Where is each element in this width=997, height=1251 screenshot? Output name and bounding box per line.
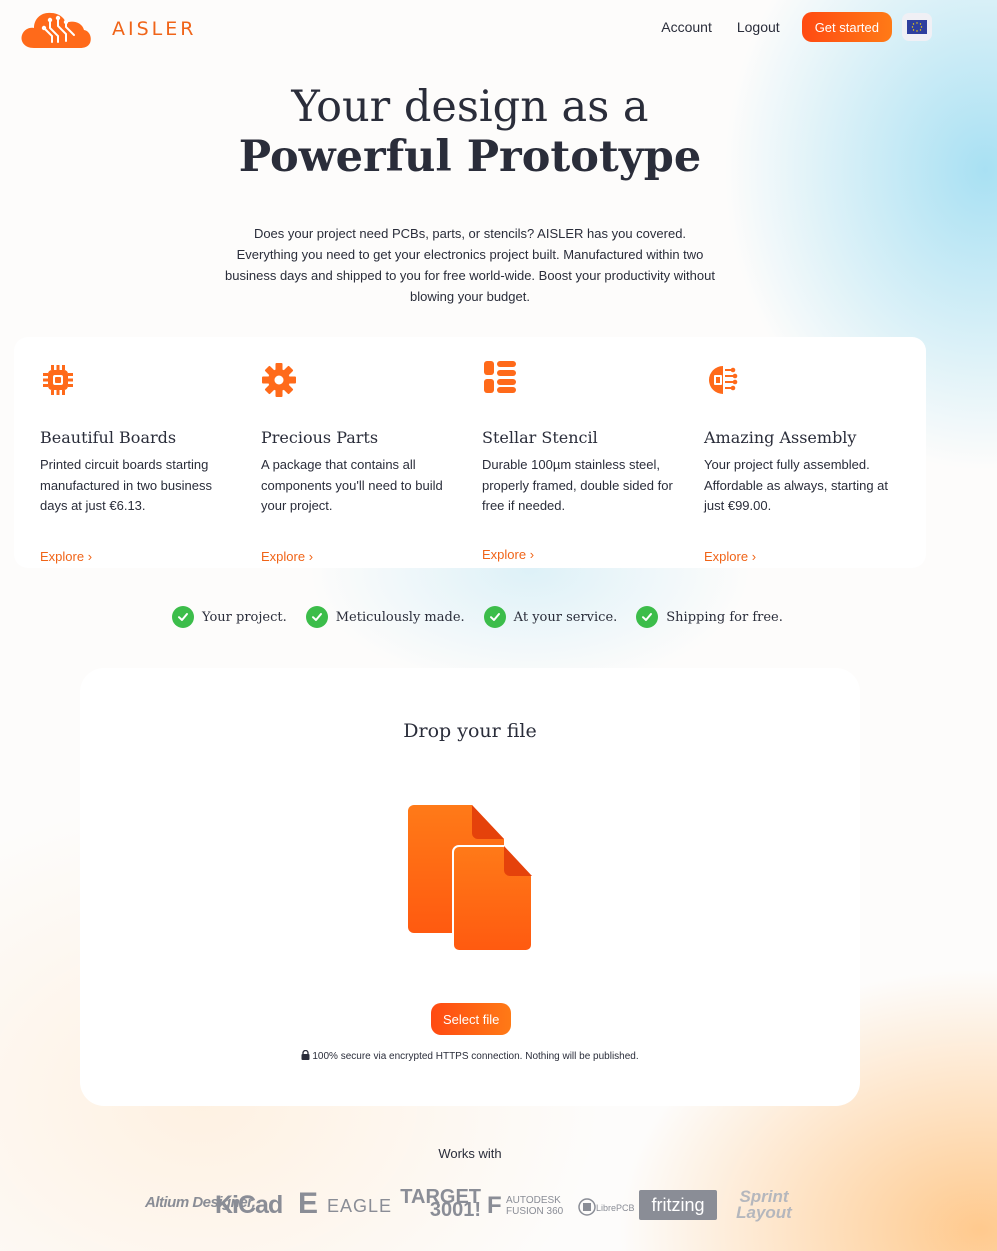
feature-stencil: Stellar Stencil Durable 100µm stainless … [482,361,682,562]
check-icon [172,606,194,628]
hero-title-line1: Your design as a [291,82,649,132]
gear-icon [262,363,296,397]
get-started-button[interactable]: Get started [801,12,892,42]
feature-text: Durable 100µm stainless steel, properly … [482,457,673,513]
benefit-item: Shipping for free. [636,606,783,628]
eagle-logo: EAGLE [327,1196,393,1216]
feature-assembly: Amazing Assembly Your project fully asse… [704,362,904,564]
sprint-layout-logo: Sprint Layout [736,1187,792,1222]
benefit-item: At your service. [483,606,618,628]
kicad-logo: KiCad [215,1191,283,1219]
feature-text: Your project fully assembled. Affordable… [704,457,889,513]
works-with-label: Works with [438,1146,502,1161]
feature-boards: Beautiful Boards Printed circuit boards … [40,362,240,564]
benefit-item: Your project. [172,606,287,628]
feature-text: Printed circuit boards starting manufact… [40,457,212,513]
file-drop-zone[interactable]: Drop your file Select file 100% secure v… [80,668,860,1106]
librepcb-logo: LibrePCB [578,1198,635,1216]
stencil-icon [484,361,516,393]
check-icon [305,606,328,628]
select-file-button[interactable]: Select file [431,1003,512,1035]
features-card: Beautiful Boards Printed circuit boards … [14,337,926,568]
check-icon [483,606,506,628]
hero-title-line2: Powerful Prototype [238,132,702,182]
feature-parts: Precious Parts A package that contains a… [261,362,461,564]
benefit-label: At your service. [513,609,618,625]
account-link[interactable]: Account [661,19,712,35]
hero-section: Your design as a Powerful Prototype Does… [0,82,940,304]
fritzing-logo: fritzing [639,1190,717,1220]
region-selector[interactable] [902,13,932,41]
drop-title: Drop your file [403,720,537,742]
secure-note: 100% secure via encrypted HTTPS connecti… [80,1050,860,1062]
eu-flag-icon [907,20,927,34]
target-logo: TARGET 3001! [400,1186,481,1221]
chip-icon [43,365,73,395]
feature-title: Stellar Stencil [482,428,598,447]
fusion360-logo: AUTODESK FUSION 360 [506,1195,564,1217]
explore-stencil-link[interactable]: Explore › [482,547,534,562]
secure-note-text: 100% secure via encrypted HTTPS connecti… [312,1051,639,1062]
fusion-f-icon: F [487,1192,502,1219]
benefit-item: Meticulously made. [305,606,465,628]
brand-name: AISLER [112,18,197,40]
feature-title: Precious Parts [261,428,379,447]
assembly-icon [709,366,738,394]
documents-icon [408,805,533,952]
tool-logos: Altium Designer. KiCad E EAGLE TARGET 30… [143,1186,803,1224]
explore-boards-link[interactable]: Explore › [40,549,92,564]
hero-title: Your design as a Powerful Prototype [0,82,940,182]
explore-parts-link[interactable]: Explore › [261,549,313,564]
benefits-list: Your project. Meticulously made. At your… [172,606,802,628]
feature-text: A package that contains all components y… [261,457,443,513]
benefit-label: Meticulously made. [335,609,465,625]
top-nav: Account Logout Get started [661,12,932,42]
librepcb-label: LibrePCB [596,1203,635,1213]
brand-logo[interactable]: AISLER [20,8,196,50]
benefit-label: Shipping for free. [666,609,783,625]
logout-link[interactable]: Logout [737,19,780,35]
eagle-e-icon: E [298,1187,319,1220]
cloud-logo-icon [21,12,91,48]
librepcb-chip-icon [578,1198,596,1216]
explore-assembly-link[interactable]: Explore › [704,549,756,564]
lock-icon [301,1050,310,1060]
check-icon [636,606,659,628]
benefit-label: Your project. [202,609,287,625]
feature-title: Beautiful Boards [40,428,177,447]
hero-description: Does your project need PCBs, parts, or s… [225,226,715,304]
feature-title: Amazing Assembly [704,428,857,447]
